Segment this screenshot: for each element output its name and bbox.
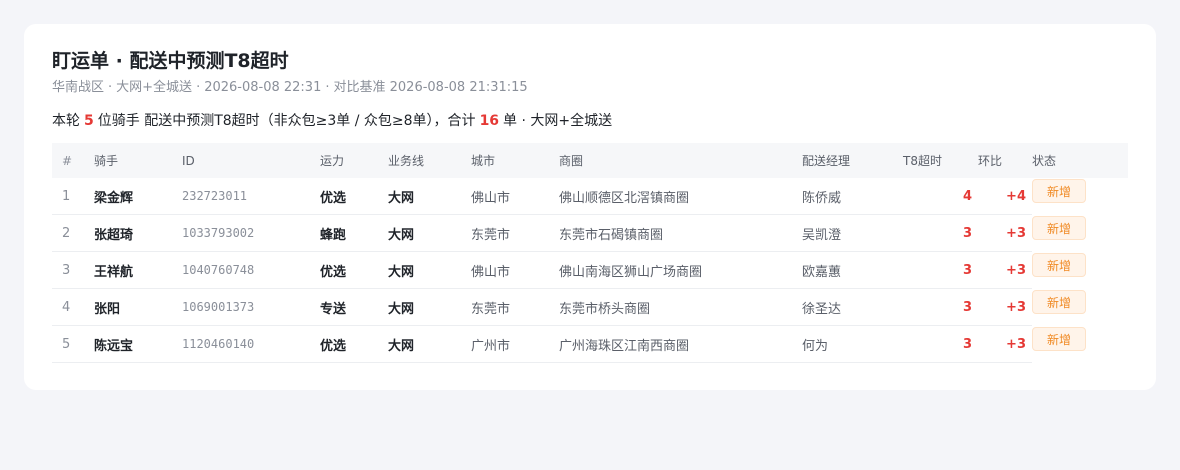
cell-status: 新增	[1032, 247, 1128, 284]
cell-capacity: 蜂跑	[320, 214, 388, 252]
cell-manager: 何为	[802, 325, 903, 363]
cell-line: 大网	[388, 288, 471, 326]
cell-zone: 佛山南海区狮山广场商圈	[559, 251, 802, 289]
status-badge: 新增	[1032, 327, 1086, 351]
summary-line: 本轮 5 位骑手 配送中预测T8超时（非众包≥3单 / 众包≥8单），合计 16 单 ·…	[52, 111, 1128, 131]
table-row[interactable]: 3 王祥航 1040760748 优选 大网 佛山市 佛山南海区狮山广场商圈 欧…	[52, 251, 1128, 289]
cell-manager: 吴凯澄	[802, 214, 903, 252]
summary-prefix: 本轮	[52, 113, 80, 129]
subtitle-separator: ·	[196, 80, 201, 95]
cell-idx: 2	[52, 214, 94, 252]
subtitle-baseline: 对比基准 2026-08-08 21:31:15	[333, 80, 528, 95]
cell-city: 东莞市	[471, 288, 559, 326]
cell-t8: 4	[903, 178, 978, 215]
table-row[interactable]: 5 陈远宝 1120460140 优选 大网 广州市 广州海珠区江南西商圈 何为…	[52, 325, 1128, 363]
cell-zone: 广州海珠区江南西商圈	[559, 325, 802, 363]
summary-rider-count: 5	[84, 113, 94, 129]
cell-t8: 3	[903, 251, 978, 289]
status-badge: 新增	[1032, 290, 1086, 314]
summary-order-count: 16	[479, 113, 500, 129]
header-capacity: 运力	[320, 154, 345, 168]
cell-status: 新增	[1032, 173, 1128, 210]
header-compare: 环比	[978, 154, 1003, 168]
rider-table: # 骑手 ID 运力 业务线 城市 商圈 配送经理 T8超时 环比 状态 1 梁…	[52, 143, 1128, 363]
cell-status: 新增	[1032, 210, 1128, 247]
cell-t8: 3	[903, 325, 978, 363]
cell-id: 1040760748	[182, 251, 320, 289]
cell-manager: 欧嘉蕙	[802, 251, 903, 289]
table-row[interactable]: 4 张阳 1069001373 专送 大网 东莞市 东莞市桥头商圈 徐圣达 3 …	[52, 288, 1128, 326]
status-badge: 新增	[1032, 216, 1086, 240]
cell-compare: +4	[978, 178, 1032, 215]
cell-rider: 梁金辉	[94, 178, 182, 215]
cell-idx: 4	[52, 288, 94, 326]
cell-id: 1033793002	[182, 214, 320, 252]
cell-manager: 陈侨威	[802, 178, 903, 215]
header-city: 城市	[471, 154, 496, 168]
header-zone: 商圈	[559, 154, 584, 168]
cell-compare: +3	[978, 214, 1032, 252]
cell-city: 佛山市	[471, 251, 559, 289]
cell-rider: 张超琦	[94, 214, 182, 252]
report-card: 盯运单 · 配送中预测T8超时 华南战区 · 大网+全城送 · 2026-08-08 2…	[24, 24, 1156, 390]
cell-rider: 王祥航	[94, 251, 182, 289]
cell-city: 广州市	[471, 325, 559, 363]
cell-zone: 佛山顺德区北滘镇商圈	[559, 178, 802, 215]
cell-line: 大网	[388, 214, 471, 252]
cell-line: 大网	[388, 251, 471, 289]
cell-city: 佛山市	[471, 178, 559, 215]
header-rider: 骑手	[94, 154, 119, 168]
subtitle-separator: ·	[325, 80, 330, 95]
cell-t8: 3	[903, 214, 978, 252]
cell-id: 232723011	[182, 178, 320, 215]
header-line: 业务线	[388, 154, 425, 168]
cell-capacity: 优选	[320, 178, 388, 215]
page-subtitle: 华南战区 · 大网+全城送 · 2026-08-08 22:31 · 对比基准 2026-0…	[52, 79, 1128, 97]
cell-capacity: 专送	[320, 288, 388, 326]
cell-compare: +3	[978, 288, 1032, 326]
cell-rider: 张阳	[94, 288, 182, 326]
summary-middle: 位骑手 配送中预测T8超时（非众包≥3单 / 众包≥8单），合计	[97, 113, 476, 129]
cell-status: 新增	[1032, 321, 1128, 358]
cell-zone: 东莞市石碣镇商圈	[559, 214, 802, 252]
table-header-row: # 骑手 ID 运力 业务线 城市 商圈 配送经理 T8超时 环比 状态	[52, 143, 1128, 178]
cell-manager: 徐圣达	[802, 288, 903, 326]
cell-zone: 东莞市桥头商圈	[559, 288, 802, 326]
cell-line: 大网	[388, 325, 471, 363]
cell-compare: +3	[978, 325, 1032, 363]
cell-t8: 3	[903, 288, 978, 326]
subtitle-scope: 大网+全城送	[116, 80, 193, 95]
cell-id: 1120460140	[182, 325, 320, 363]
cell-idx: 1	[52, 178, 94, 215]
status-badge: 新增	[1032, 253, 1086, 277]
cell-city: 东莞市	[471, 214, 559, 252]
cell-id: 1069001373	[182, 288, 320, 326]
cell-compare: +3	[978, 251, 1032, 289]
subtitle-region: 华南战区	[52, 80, 105, 95]
table-row[interactable]: 1 梁金辉 232723011 优选 大网 佛山市 佛山顺德区北滘镇商圈 陈侨威…	[52, 178, 1128, 215]
table-row[interactable]: 2 张超琦 1033793002 蜂跑 大网 东莞市 东莞市石碣镇商圈 吴凯澄 …	[52, 214, 1128, 252]
subtitle-separator: ·	[108, 80, 113, 95]
cell-capacity: 优选	[320, 325, 388, 363]
subtitle-time: 2026-08-08 22:31	[204, 80, 322, 95]
cell-status: 新增	[1032, 284, 1128, 321]
header-id: ID	[182, 153, 195, 168]
cell-idx: 3	[52, 251, 94, 289]
cell-capacity: 优选	[320, 251, 388, 289]
status-badge: 新增	[1032, 179, 1086, 204]
header-t8: T8超时	[903, 154, 942, 168]
cell-idx: 5	[52, 325, 94, 363]
cell-rider: 陈远宝	[94, 325, 182, 363]
header-manager: 配送经理	[802, 154, 851, 168]
summary-suffix: 单 · 大网+全城送	[503, 113, 613, 129]
page-title: 盯运单 · 配送中预测T8超时	[52, 50, 289, 72]
cell-line: 大网	[388, 178, 471, 215]
header-idx: #	[62, 153, 73, 168]
